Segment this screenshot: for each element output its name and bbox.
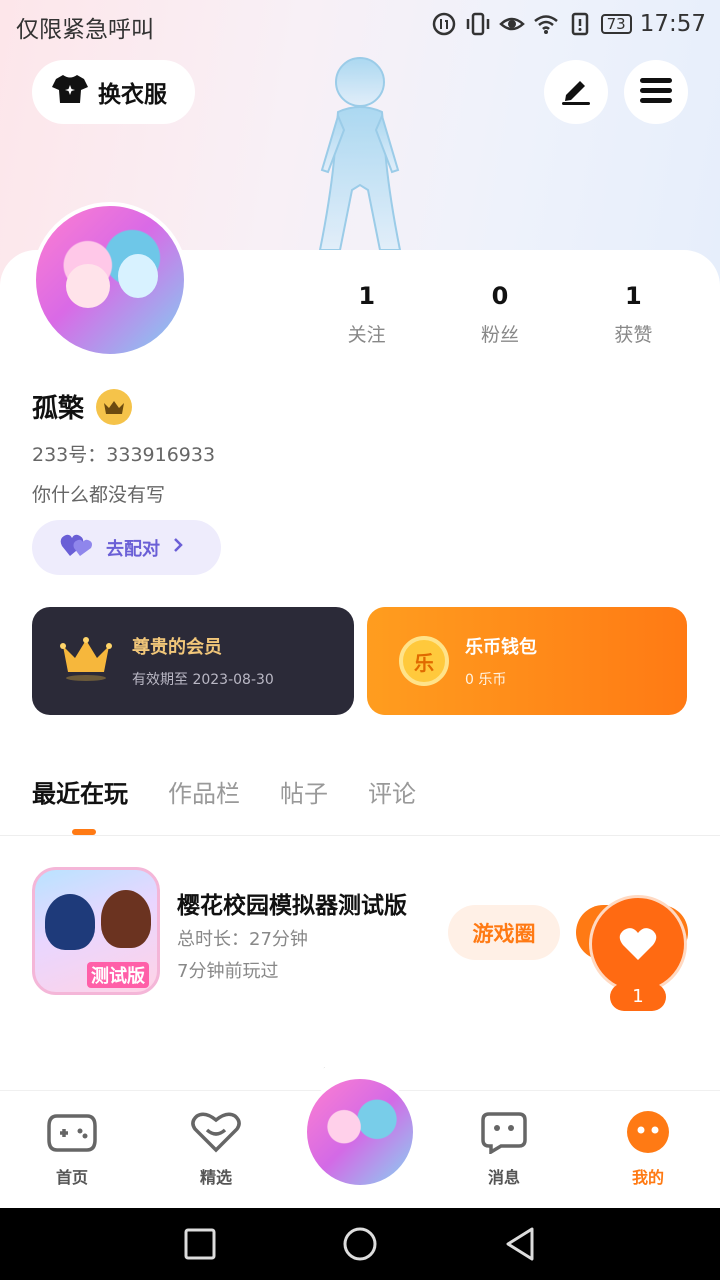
game-circle-button[interactable]: 游戏圈 xyxy=(448,905,560,960)
profile-avatar[interactable] xyxy=(32,202,188,358)
match-label: 去配对 xyxy=(106,538,160,560)
game-icon[interactable]: 测试版 xyxy=(32,867,160,995)
coin-icon: 乐 xyxy=(399,636,449,686)
heart-diamond-icon xyxy=(191,1112,241,1153)
nav-featured-label: 精选 xyxy=(199,1168,232,1187)
vip-title: 尊贵的会员 xyxy=(132,637,222,658)
carrier-text: 仅限紧急呼叫 xyxy=(16,17,154,43)
vip-expiry: 有效期至 2023-08-30 xyxy=(132,672,274,688)
wifi-icon xyxy=(533,11,559,37)
system-navigation-bar xyxy=(0,1208,720,1280)
game-icon-tag: 测试版 xyxy=(87,962,149,988)
game-title[interactable]: 樱花校园模拟器测试版 xyxy=(177,886,407,920)
stat-likes-label: 获赞 xyxy=(614,324,653,346)
hearts-icon xyxy=(60,532,94,563)
vip-crown-badge[interactable] xyxy=(96,388,133,425)
eye-icon xyxy=(498,11,525,37)
stat-fans-value: 0 xyxy=(491,282,509,310)
profile-tabs: 最近在玩 作品栏 帖子 评论 xyxy=(32,774,416,814)
coin-wallet-card[interactable]: 乐 乐币钱包 0 乐币 xyxy=(367,607,687,715)
change-outfit-label: 换衣服 xyxy=(98,82,167,108)
menu-button[interactable] xyxy=(624,60,688,124)
change-outfit-button[interactable]: 换衣服 xyxy=(32,60,195,124)
chat-icon xyxy=(481,1112,527,1156)
status-bar: 仅限紧急呼叫 73 17:57 xyxy=(0,0,720,50)
tshirt-icon xyxy=(52,73,88,111)
sim-icon xyxy=(431,11,457,37)
avatar-figure xyxy=(318,57,402,251)
tab-comments[interactable]: 评论 xyxy=(368,774,416,814)
floating-like-button[interactable] xyxy=(589,895,687,993)
tab-recently-played[interactable]: 最近在玩 xyxy=(32,774,128,814)
nav-center-avatar[interactable] xyxy=(303,1075,417,1189)
stat-following-label: 关注 xyxy=(347,324,386,346)
wallet-title: 乐币钱包 xyxy=(465,637,537,658)
back-triangle-icon[interactable] xyxy=(502,1226,538,1262)
stat-likes[interactable]: 1 获赞 xyxy=(567,282,700,347)
stat-following-value: 1 xyxy=(358,282,376,310)
hamburger-icon xyxy=(640,77,672,107)
game-last-played: 7分钟前玩过 xyxy=(177,961,279,982)
game-icon-character-right xyxy=(101,890,151,948)
tab-posts[interactable]: 帖子 xyxy=(280,774,328,814)
nav-home[interactable]: 首页 xyxy=(22,1110,122,1188)
me-face-icon xyxy=(627,1111,669,1153)
signal-alert-icon xyxy=(567,11,593,37)
status-time: 17:57 xyxy=(639,11,706,37)
user-id: 233号：333916933 xyxy=(32,444,216,466)
tab-works[interactable]: 作品栏 xyxy=(168,774,240,814)
nav-featured[interactable]: 精选 xyxy=(166,1110,266,1188)
nav-home-label: 首页 xyxy=(55,1168,88,1187)
vip-membership-card[interactable]: 尊贵的会员 有效期至 2023-08-30 xyxy=(32,607,354,715)
edit-profile-button[interactable] xyxy=(544,60,608,124)
heart-icon xyxy=(619,928,657,960)
game-icon-character-left xyxy=(45,894,95,950)
crown-icon xyxy=(104,400,125,414)
pencil-icon xyxy=(560,75,592,109)
stat-following[interactable]: 1 关注 xyxy=(300,282,433,347)
tabs-divider xyxy=(0,835,720,836)
avatar-face-right xyxy=(118,254,158,298)
username-row: 孤檠 xyxy=(32,388,133,425)
nav-me[interactable]: 我的 xyxy=(598,1110,698,1188)
battery-indicator: 73 xyxy=(600,14,632,34)
nav-messages-label: 消息 xyxy=(487,1168,520,1187)
avatar-face-left xyxy=(66,264,110,308)
gamepad-icon xyxy=(47,1114,97,1152)
game-total-time: 总时长：27分钟 xyxy=(177,929,308,950)
nav-messages[interactable]: 消息 xyxy=(454,1110,554,1188)
vibrate-icon xyxy=(465,11,491,37)
stat-likes-value: 1 xyxy=(624,282,642,310)
profile-stats: 1 关注 0 粉丝 1 获赞 xyxy=(300,282,700,347)
home-circle-icon[interactable] xyxy=(342,1226,378,1262)
user-bio: 你什么都没有写 xyxy=(32,484,166,506)
floating-like-count: 1 xyxy=(610,983,666,1011)
chevron-right-icon xyxy=(172,536,184,559)
wallet-balance: 0 乐币 xyxy=(465,672,507,688)
gold-crown-icon xyxy=(60,636,112,686)
recent-apps-icon[interactable] xyxy=(182,1226,218,1262)
stat-fans[interactable]: 0 粉丝 xyxy=(433,282,566,347)
username: 孤檠 xyxy=(32,394,85,424)
stat-fans-label: 粉丝 xyxy=(480,324,519,346)
match-button[interactable]: 去配对 xyxy=(32,520,221,575)
nav-me-label: 我的 xyxy=(631,1168,664,1187)
